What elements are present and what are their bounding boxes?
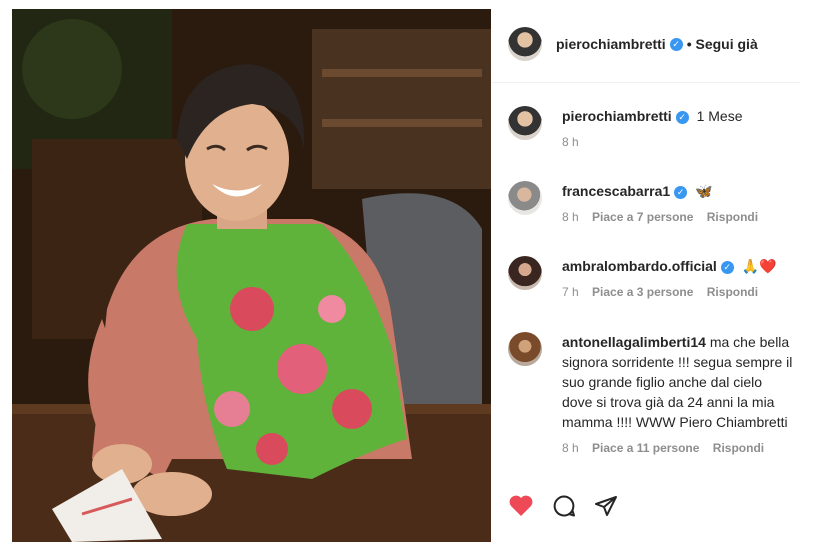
comment-item: francescabarra1 ✓ 🦋 8 h Piace a 7 persone… — [508, 181, 794, 227]
comment-username[interactable]: ambralombardo.official — [562, 258, 717, 274]
comment-time[interactable]: 7 h — [562, 285, 579, 299]
verified-badge-icon: ✓ — [669, 37, 683, 51]
verified-badge-icon: ✓ — [675, 110, 689, 124]
comment-icon[interactable] — [552, 494, 576, 518]
comment-text: 1 Mese — [696, 108, 743, 124]
reply-button[interactable]: Rispondi — [713, 441, 764, 455]
post-photo[interactable] — [12, 9, 491, 542]
comment-item: pierochiambretti ✓ 1 Mese 8 h — [508, 106, 794, 152]
avatar[interactable] — [508, 181, 542, 215]
comment-item: ambralombardo.official ✓ 🙏❤️ 7 h Piace a … — [508, 256, 794, 302]
avatar[interactable] — [508, 27, 542, 61]
comments-panel: pierochiambretti ✓ • Segui già pierochia… — [492, 0, 834, 555]
verified-badge-icon: ✓ — [720, 260, 734, 274]
comment-username[interactable]: francescabarra1 — [562, 183, 670, 199]
heart-icon[interactable] — [508, 494, 534, 518]
verified-badge-icon: ✓ — [674, 185, 688, 199]
comment-text: 🙏❤️ — [741, 258, 777, 274]
comment-item: antonellagalimberti14 ma che bella signo… — [508, 332, 794, 458]
avatar[interactable] — [508, 332, 542, 366]
comment-username[interactable]: antonellagalimberti14 — [562, 334, 706, 350]
follow-status[interactable]: • Segui già — [687, 36, 758, 52]
comment-likes[interactable]: Piace a 7 persone — [592, 210, 693, 224]
comment-time[interactable]: 8 h — [562, 135, 579, 149]
comment-likes[interactable]: Piace a 11 persone — [592, 441, 699, 455]
avatar[interactable] — [508, 106, 542, 140]
comment-likes[interactable]: Piace a 3 persone — [592, 285, 693, 299]
comment-text: 🦋 — [695, 183, 713, 199]
reply-button[interactable]: Rispondi — [707, 285, 758, 299]
share-icon[interactable] — [594, 494, 618, 518]
photo-illustration — [12, 9, 491, 542]
divider — [492, 82, 800, 83]
comment-time[interactable]: 8 h — [562, 210, 579, 224]
reply-button[interactable]: Rispondi — [707, 210, 758, 224]
avatar[interactable] — [508, 256, 542, 290]
comment-time[interactable]: 8 h — [562, 441, 579, 455]
comment-username[interactable]: pierochiambretti — [562, 108, 672, 124]
post-actions — [508, 494, 618, 518]
author-username[interactable]: pierochiambretti — [556, 36, 666, 52]
post-header: pierochiambretti ✓ • Segui già — [508, 24, 758, 64]
